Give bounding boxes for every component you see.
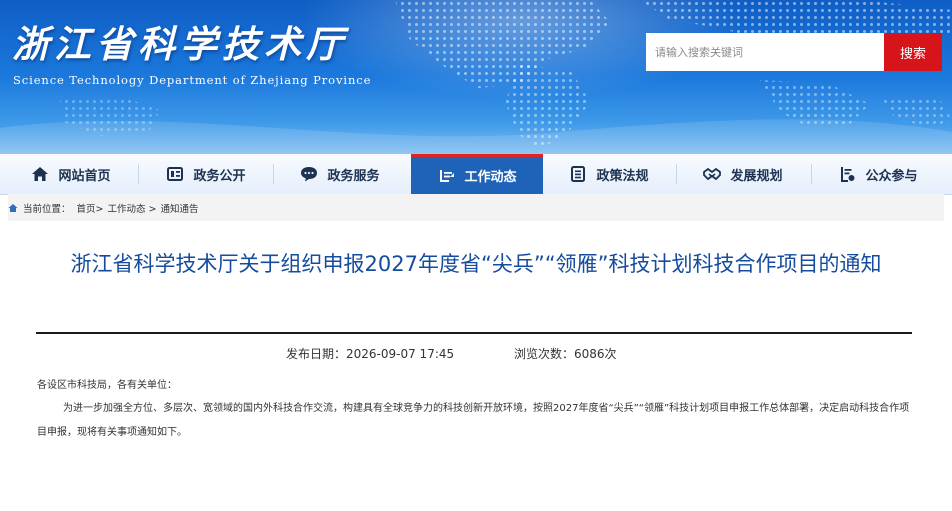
article-meta: 发布日期：2026-09-07 17:45 浏览次数：6086次 [0,345,952,365]
page: 浙江省科学技术厅 Science Technology Department o… [0,0,952,511]
nav-item-work-dynamics[interactable]: 工作动态 [411,154,543,194]
nav-item-label: 公众参与 [865,168,918,184]
search-button[interactable]: 搜索 [884,33,942,71]
title-divider [36,332,912,334]
breadcrumb-link-home[interactable]: 首页> [77,201,104,215]
nav-item-label: 政务公开 [193,168,246,184]
site-logo-english: Science Technology Department of Zhejian… [13,73,372,87]
nav-item-home[interactable]: 网站首页 [8,154,134,194]
publish-date: 发布日期：2026-09-07 17:45 [286,347,455,361]
nav-item-label: 政务服务 [327,168,380,184]
breadcrumb-link-work-dynamics[interactable]: 工作动态 > [107,201,156,215]
nav-item-public-participation[interactable]: 公众参与 [814,154,942,194]
home-icon [31,165,49,183]
article-salutation: 各设区市科技局，各有关单位： [37,380,177,391]
document-icon [569,165,587,183]
news-icon [166,165,184,183]
nav-item-government-services[interactable]: 政务服务 [277,154,403,194]
breadcrumb-link-notices[interactable]: 通知通告 [160,201,198,215]
nav-item-development-planning[interactable]: 发展规划 [679,154,807,194]
article-body-paragraph: 为进一步加强全方位、多层次、宽领域的国内外科技合作交流，构建具有全球竞争力的科技… [37,403,910,438]
nav-item-label: 发展规划 [730,168,783,184]
participation-icon [838,165,856,183]
main-nav: 网站首页 政务公开 政务服务 工作动态 政策法规 发展规划 公众参与 [0,154,952,195]
location-home-icon [8,203,18,212]
breadcrumb-label: 当前位置： [23,203,71,215]
dynamics-icon [437,167,455,185]
view-count: 浏览次数：6086次 [514,347,617,361]
nav-item-label: 政策法规 [596,168,649,184]
chat-icon [300,165,318,183]
search-input[interactable] [646,33,884,71]
header-banner: 浙江省科学技术厅 Science Technology Department o… [0,0,952,158]
nav-item-label: 网站首页 [58,168,111,184]
breadcrumb: 当前位置： 首页> 工作动态 > 通知通告 [8,194,944,221]
article-title: 浙江省科学技术厅关于组织申报2027年度省“尖兵”“领雁”科技计划科技合作项目的… [70,252,882,276]
nav-item-label: 工作动态 [464,170,517,185]
handshake-icon [703,165,722,183]
nav-item-government-affairs-open[interactable]: 政务公开 [143,154,269,194]
nav-item-policies-regulations[interactable]: 政策法规 [545,154,673,194]
site-logo-chinese: 浙江省科学技术厅 [12,22,348,66]
